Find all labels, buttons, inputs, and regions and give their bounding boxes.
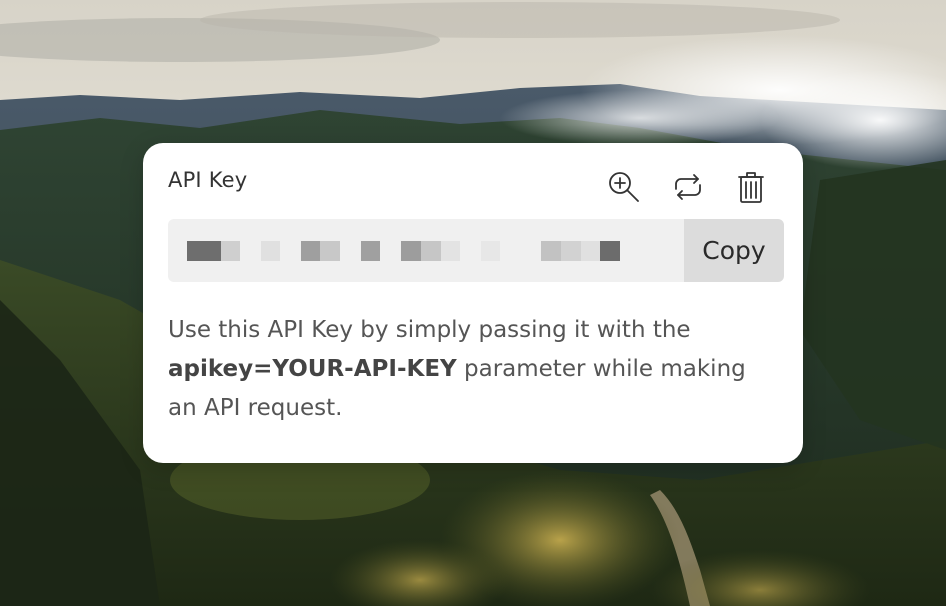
- api-key-field[interactable]: [168, 219, 684, 282]
- zoom-in-icon[interactable]: [605, 168, 643, 206]
- refresh-icon[interactable]: [669, 168, 707, 206]
- help-text-parameter: apikey=YOUR-API-KEY: [168, 356, 457, 382]
- api-key-row: Copy: [168, 219, 784, 282]
- masked-key-value: [187, 241, 620, 261]
- trash-icon[interactable]: [732, 168, 770, 206]
- help-text: Use this API Key by simply passing it wi…: [168, 311, 780, 428]
- card-title: API Key: [168, 168, 248, 192]
- copy-button[interactable]: Copy: [684, 219, 784, 282]
- api-key-card: API Key Copy Use this API Key by simply …: [143, 143, 803, 463]
- help-text-prefix: Use this API Key by simply passing it wi…: [168, 317, 691, 343]
